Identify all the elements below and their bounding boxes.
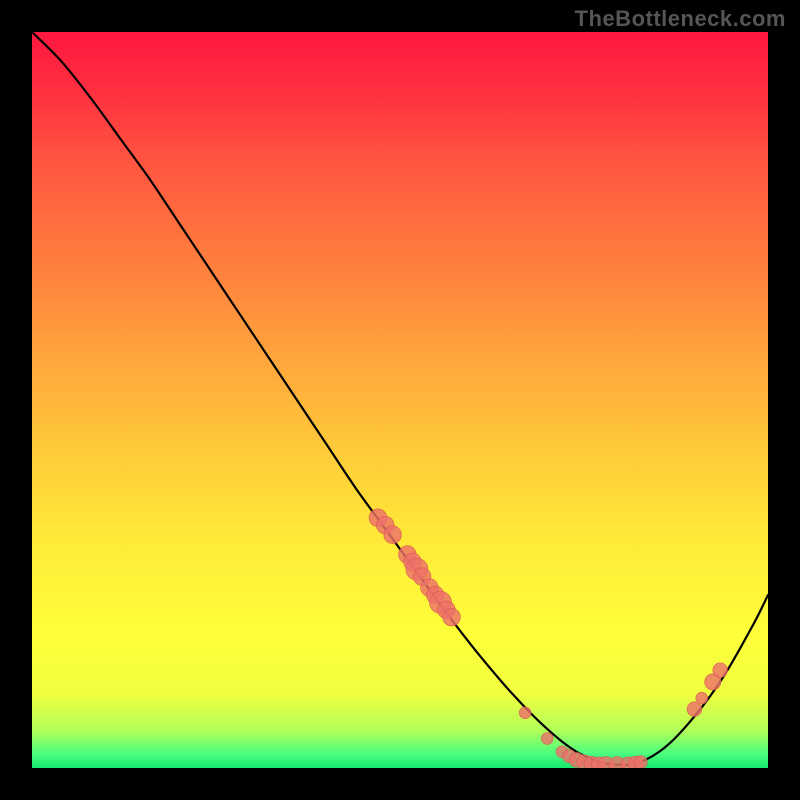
marker-point [696, 692, 708, 704]
marker-point [569, 753, 584, 768]
marker-point [399, 546, 417, 564]
marker-point [369, 509, 387, 527]
marker-point [705, 674, 721, 690]
marker-point [621, 757, 636, 768]
marker-point [443, 608, 461, 626]
marker-point [404, 553, 422, 571]
marker-point [634, 755, 647, 768]
marker-point [421, 579, 439, 597]
marker-point [591, 757, 606, 768]
marker-point [577, 755, 592, 768]
marker-point [609, 757, 625, 768]
marker-point [406, 558, 428, 580]
chart-frame: TheBottleneck.com [0, 0, 800, 800]
marker-point [584, 756, 599, 768]
marker-point [438, 601, 456, 619]
marker-point [713, 663, 728, 678]
marker-point [687, 702, 702, 717]
curve-svg [32, 32, 768, 768]
watermark-text: TheBottleneck.com [575, 6, 786, 32]
marker-point [519, 707, 531, 719]
marker-point [628, 756, 643, 768]
marker-point [384, 526, 402, 544]
marker-point [598, 757, 614, 768]
marker-point [413, 568, 431, 586]
plot-area [32, 32, 768, 768]
marker-point [541, 733, 553, 745]
bottleneck-curve [32, 32, 768, 765]
marker-group [369, 509, 727, 768]
marker-point [563, 750, 576, 763]
marker-point [427, 586, 445, 604]
marker-point [556, 746, 568, 758]
marker-point [376, 516, 394, 534]
marker-point [429, 591, 451, 613]
